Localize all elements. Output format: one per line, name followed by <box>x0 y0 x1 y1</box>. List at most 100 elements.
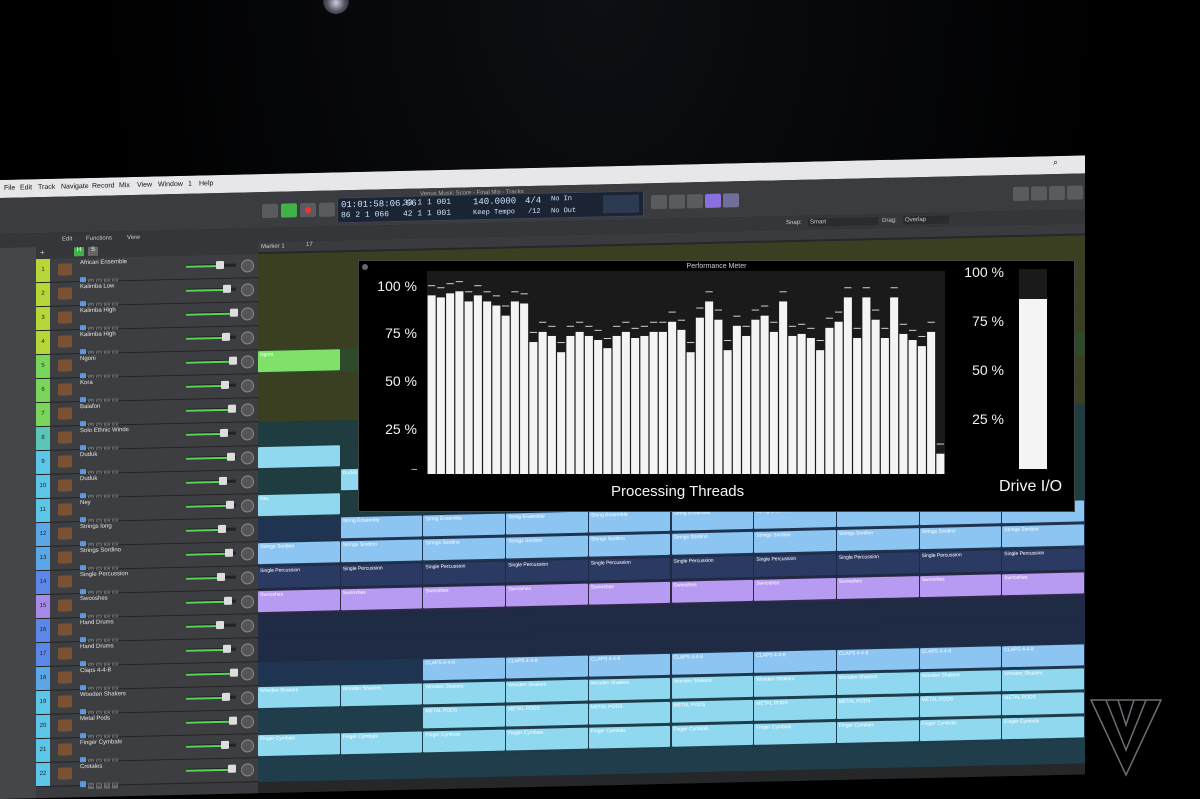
fader-handle[interactable] <box>216 620 224 630</box>
record-button[interactable] <box>300 202 316 218</box>
volume-fader[interactable] <box>186 692 236 701</box>
volume-fader[interactable] <box>186 332 236 341</box>
region[interactable]: Strings Sordino <box>1002 524 1084 548</box>
track-name[interactable]: Ney <box>80 500 91 506</box>
pan-knob[interactable] <box>241 427 254 441</box>
track-row[interactable]: 22 Crotales H M S R <box>36 758 258 790</box>
notepad-button[interactable] <box>1031 186 1047 201</box>
menu-1[interactable]: 1 <box>188 181 192 188</box>
add-track-button[interactable]: + <box>40 248 45 257</box>
tuner-button[interactable] <box>651 194 667 210</box>
loop-browser-button[interactable] <box>1049 185 1065 201</box>
region[interactable]: Single Percussion <box>754 554 836 577</box>
region[interactable]: Strings Sordino <box>754 530 836 553</box>
volume-fader[interactable] <box>186 404 236 413</box>
track-name[interactable]: Wooden Shakers <box>80 691 126 698</box>
volume-fader[interactable] <box>186 548 236 557</box>
region[interactable]: METAL PODS <box>836 696 919 720</box>
volume-fader[interactable] <box>186 740 236 749</box>
region[interactable]: CLAPS 4-4-8 <box>1002 644 1084 668</box>
region[interactable]: Single Percussion <box>506 559 588 583</box>
region[interactable]: Finger Cymbals <box>919 718 1002 742</box>
track-name[interactable]: Claps 4-4-8 <box>80 667 111 674</box>
region[interactable]: Finger Cymbals <box>340 731 423 755</box>
region[interactable]: Ngoni <box>258 349 340 373</box>
region[interactable]: Finger Cymbals <box>506 727 588 751</box>
fader-handle[interactable] <box>225 548 233 557</box>
volume-fader[interactable] <box>186 260 236 270</box>
warning-icon[interactable] <box>723 193 739 208</box>
track-name[interactable]: Hand Drums <box>80 643 114 650</box>
region[interactable]: Wooden Shakers <box>423 681 506 705</box>
stop-button[interactable] <box>262 203 278 219</box>
region[interactable]: Swooshes <box>671 579 754 603</box>
region[interactable]: Swooshes <box>506 583 588 607</box>
pan-knob[interactable] <box>241 283 254 297</box>
region[interactable]: CLAPS 4-4-8 <box>588 653 671 677</box>
region[interactable]: CLAPS 4-4-8 <box>754 650 836 673</box>
fader-handle[interactable] <box>222 692 230 701</box>
fader-handle[interactable] <box>222 332 230 341</box>
region[interactable]: METAL PODS <box>588 701 671 725</box>
region[interactable]: Finger Cymbals <box>258 733 340 757</box>
track-name[interactable]: Swooshes <box>80 596 108 603</box>
region[interactable]: Single Percussion <box>258 565 340 589</box>
region[interactable]: Strings Sordino <box>423 537 506 561</box>
track-name[interactable]: Duduk <box>80 452 97 458</box>
play-button[interactable] <box>281 203 297 218</box>
region[interactable]: Wooden Shakers <box>671 675 754 699</box>
menu-track[interactable]: Track <box>38 184 55 191</box>
track-name[interactable]: Crotales <box>80 764 102 771</box>
pan-knob[interactable] <box>241 715 254 729</box>
volume-fader[interactable] <box>186 500 236 509</box>
fader-handle[interactable] <box>228 764 236 773</box>
track-name[interactable]: Ngoni <box>80 356 96 362</box>
lcd-display[interactable]: 01:01:58:06.66 33 1 1 001 86 2 1 066 42 … <box>337 190 644 224</box>
pan-knob[interactable] <box>241 499 254 513</box>
fader-handle[interactable] <box>226 500 234 509</box>
spotlight-icon[interactable]: ⌕ <box>1053 157 1058 168</box>
region[interactable]: METAL PODS <box>1002 692 1084 716</box>
power-button[interactable] <box>80 781 86 788</box>
global-s-button[interactable]: S <box>88 246 98 257</box>
fader-handle[interactable] <box>220 428 228 438</box>
region[interactable] <box>258 445 340 469</box>
solo-button[interactable]: S <box>104 782 110 789</box>
volume-fader[interactable] <box>186 716 237 725</box>
region[interactable]: Wooden Shakers <box>258 685 340 709</box>
fader-handle[interactable] <box>217 572 225 582</box>
region[interactable]: Finger Cymbals <box>671 723 754 747</box>
region[interactable]: METAL PODS <box>423 705 506 729</box>
region[interactable]: String Ensemble <box>423 513 506 537</box>
region[interactable]: Swooshes <box>340 587 423 611</box>
pan-knob[interactable] <box>241 331 254 345</box>
list-editors-button[interactable] <box>1013 186 1029 202</box>
pan-knob[interactable] <box>241 451 254 465</box>
drag-select[interactable]: Overlap <box>903 215 949 225</box>
pan-knob[interactable] <box>241 355 254 369</box>
smart-controls-button[interactable] <box>705 193 721 209</box>
record-enable-button[interactable]: R <box>112 782 118 789</box>
track-name[interactable]: Solo Ethnic Winds <box>80 427 129 434</box>
region[interactable]: Finger Cymbals <box>588 725 671 749</box>
region[interactable]: Single Percussion <box>588 557 671 581</box>
menu-help[interactable]: Help <box>199 180 213 187</box>
region[interactable]: Single Percussion <box>340 563 423 587</box>
volume-fader[interactable] <box>186 380 236 389</box>
pan-knob[interactable] <box>241 619 254 633</box>
region[interactable]: METAL PODS <box>754 698 836 721</box>
region[interactable]: Swooshes <box>258 589 340 613</box>
region[interactable]: CLAPS 4-4-8 <box>836 648 919 672</box>
edit-menu[interactable]: Edit <box>62 236 72 242</box>
count-in-button[interactable] <box>669 194 685 209</box>
region[interactable]: Single Percussion <box>671 555 754 579</box>
pan-knob[interactable] <box>241 643 254 657</box>
fader-handle[interactable] <box>230 308 238 317</box>
volume-fader[interactable] <box>186 476 236 486</box>
volume-fader[interactable] <box>186 572 236 582</box>
region[interactable]: Swooshes <box>1002 572 1084 596</box>
fader-handle[interactable] <box>230 668 238 677</box>
fader-handle[interactable] <box>218 524 226 534</box>
region[interactable]: Wooden Shakers <box>919 670 1002 694</box>
region[interactable]: CLAPS 4-4-8 <box>506 655 588 679</box>
